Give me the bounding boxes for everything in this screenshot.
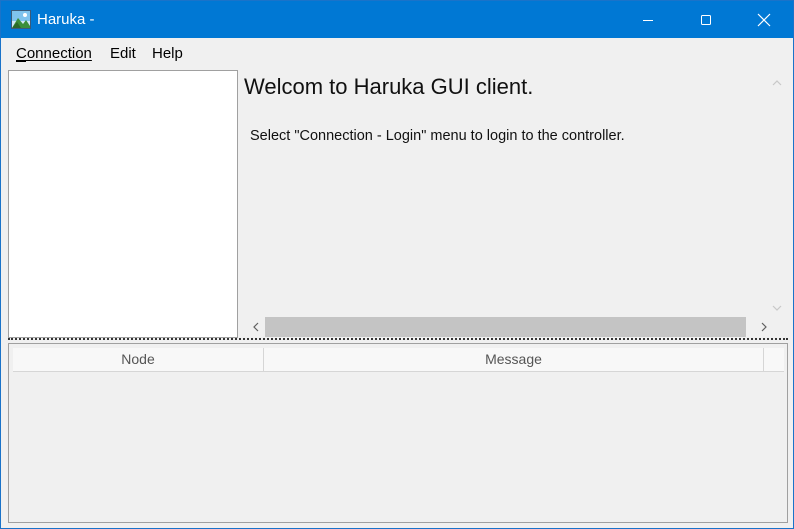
scroll-left-arrow-icon[interactable] [250, 320, 262, 334]
menu-edit-label: Edit [110, 45, 136, 62]
table-header: Node Message [13, 348, 784, 372]
welcome-content-area[interactable]: Welcom to Haruka GUI client. Select "Con… [238, 70, 791, 337]
panel-splitter[interactable] [8, 338, 788, 342]
horizontal-scrollbar[interactable] [246, 317, 771, 337]
column-header-message[interactable]: Message [264, 348, 764, 371]
window-title: Haruka - [37, 11, 95, 28]
menu-edit[interactable]: Edit [110, 45, 136, 62]
close-button[interactable] [735, 1, 793, 38]
menu-help[interactable]: Help [152, 45, 183, 62]
maximize-icon [701, 14, 711, 25]
landscape-app-icon [11, 10, 31, 29]
scroll-up-arrow-icon[interactable] [770, 76, 784, 88]
minimize-button[interactable] [619, 1, 677, 38]
minimize-icon [643, 19, 653, 21]
welcome-heading: Welcom to Haruka GUI client. [244, 74, 534, 99]
close-icon [757, 13, 771, 26]
app-window: Haruka - Connection Edit Help Welcom to … [0, 0, 794, 529]
menu-bar: Connection Edit Help [1, 38, 793, 68]
scroll-down-arrow-icon[interactable] [770, 301, 784, 313]
horizontal-scroll-thumb[interactable] [265, 317, 746, 337]
log-table[interactable]: Node Message [8, 343, 788, 523]
node-tree-panel[interactable] [8, 70, 238, 338]
menu-help-label: Help [152, 45, 183, 62]
menu-connection[interactable]: Connection [16, 45, 92, 62]
scroll-right-arrow-icon[interactable] [758, 320, 770, 334]
column-header-node[interactable]: Node [13, 348, 264, 371]
title-bar[interactable]: Haruka - [1, 1, 793, 38]
menu-connection-label: Connection [16, 45, 92, 62]
welcome-message: Select "Connection - Login" menu to logi… [250, 128, 625, 144]
maximize-button[interactable] [677, 1, 735, 38]
